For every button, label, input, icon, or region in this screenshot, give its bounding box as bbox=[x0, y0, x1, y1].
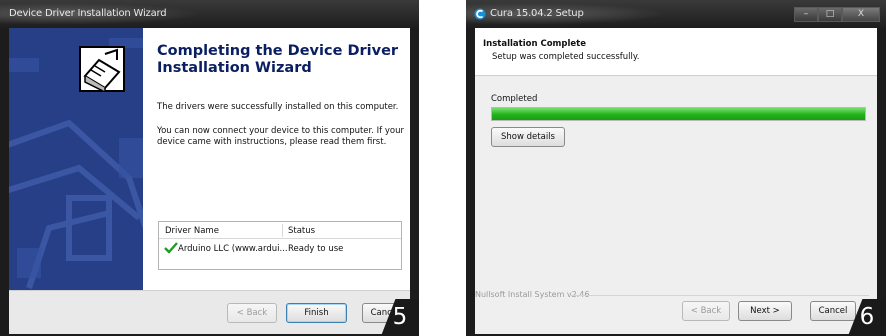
column-header-driver-name[interactable]: Driver Name bbox=[165, 226, 219, 236]
setup-body: Completed Show details Nullsoft Install … bbox=[475, 76, 877, 334]
maximize-icon[interactable]: □ bbox=[818, 7, 842, 22]
cancel-button[interactable]: Cancel bbox=[810, 301, 856, 321]
wizard-button-bar: < Back Finish Cancel bbox=[9, 290, 410, 334]
setup-header: Installation Complete Setup was complete… bbox=[475, 28, 877, 76]
column-header-status[interactable]: Status bbox=[288, 226, 315, 236]
checkmark-icon bbox=[164, 242, 178, 254]
success-message: The drivers were successfully installed … bbox=[157, 102, 399, 112]
header-title: Installation Complete bbox=[483, 39, 586, 49]
connect-instructions: You can now connect your device to this … bbox=[157, 126, 404, 147]
next-button[interactable]: Next > bbox=[738, 301, 792, 321]
driver-status-table: Driver Name Status Arduino LLC (www.ardu… bbox=[158, 221, 402, 270]
progress-bar bbox=[491, 107, 866, 121]
table-row[interactable]: Arduino LLC (www.ardui... Ready to use bbox=[159, 239, 401, 259]
close-icon[interactable]: X bbox=[842, 7, 880, 22]
driver-wizard-titlebar[interactable]: Device Driver Installation Wizard bbox=[0, 0, 419, 28]
header-subtitle: Setup was completed successfully. bbox=[492, 52, 640, 62]
cura-setup-titlebar[interactable]: Cura 15.04.2 Setup – □ X bbox=[466, 0, 886, 28]
table-header: Driver Name Status bbox=[159, 222, 401, 239]
window-controls: – □ X bbox=[794, 7, 880, 22]
driver-name-cell: Arduino LLC (www.ardui... bbox=[178, 244, 288, 254]
driver-install-icon bbox=[79, 46, 125, 92]
driver-wizard-title: Device Driver Installation Wizard bbox=[9, 8, 167, 19]
branding-divider bbox=[569, 295, 869, 296]
column-divider[interactable] bbox=[282, 224, 283, 237]
wizard-heading: Completing the Device Driver Installatio… bbox=[157, 43, 399, 76]
status-label: Completed bbox=[491, 94, 538, 104]
progress-fill bbox=[492, 108, 865, 120]
driver-wizard-window: Device Driver Installation Wizard Comple… bbox=[0, 0, 419, 336]
cura-app-icon bbox=[474, 8, 486, 20]
driver-status-cell: Ready to use bbox=[288, 244, 344, 254]
wizard-side-banner bbox=[9, 28, 143, 290]
minimize-icon[interactable]: – bbox=[794, 7, 818, 22]
wizard-content-pane: Completing the Device Driver Installatio… bbox=[143, 28, 410, 290]
finish-button[interactable]: Finish bbox=[286, 303, 347, 323]
back-button[interactable]: < Back bbox=[682, 301, 730, 321]
cura-setup-title: Cura 15.04.2 Setup bbox=[490, 8, 584, 19]
show-details-button[interactable]: Show details bbox=[491, 127, 565, 147]
back-button[interactable]: < Back bbox=[227, 303, 277, 323]
cura-setup-window: Cura 15.04.2 Setup – □ X Installation Co… bbox=[466, 0, 886, 336]
